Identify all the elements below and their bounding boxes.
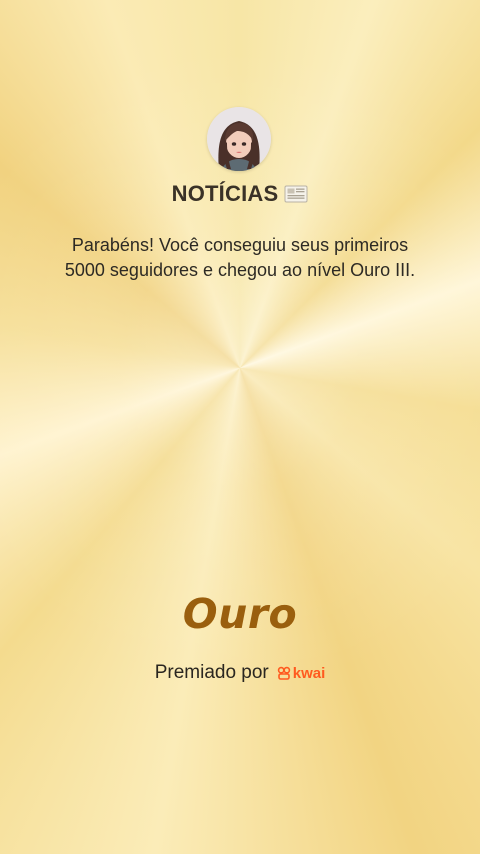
level-name: Ouro — [182, 590, 298, 638]
header: NOTÍCIAS — [0, 181, 480, 207]
awarded-by-label: Premiado por — [154, 662, 269, 683]
kwai-logo: kwai — [277, 664, 326, 682]
kwai-brand-text: kwai — [292, 664, 326, 682]
avatar — [207, 107, 271, 171]
awarded-by: Premiado por kwai — [0, 662, 480, 684]
page-title: NOTÍCIAS — [171, 181, 279, 206]
kwai-logo-icon — [277, 666, 290, 680]
newspaper-icon — [284, 184, 308, 204]
news-screen: NOTÍCIAS Parabéns! Você conseguiu seus p… — [0, 0, 480, 854]
congratulations-message: Parabéns! Você conseguiu seus primeiros … — [64, 235, 416, 280]
